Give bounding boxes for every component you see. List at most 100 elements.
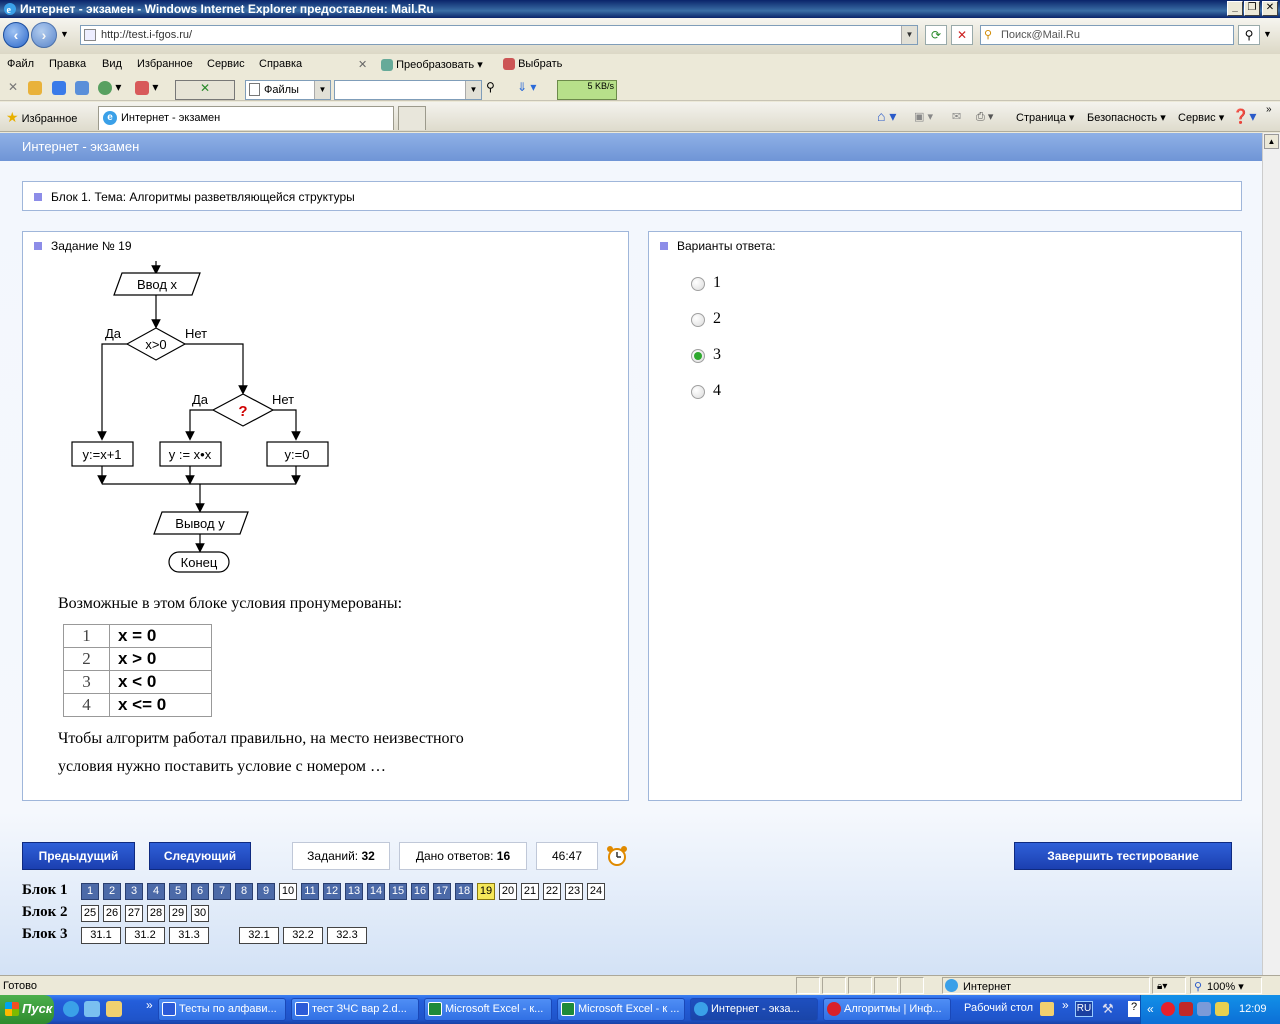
question-link-5[interactable]: 5	[169, 883, 187, 900]
desktop-folder-icon[interactable]	[1040, 1002, 1054, 1016]
question-link-6[interactable]: 6	[191, 883, 209, 900]
question-link-28[interactable]: 28	[147, 905, 165, 922]
language-indicator[interactable]: RU	[1075, 1001, 1093, 1017]
question-link-21[interactable]: 21	[521, 883, 539, 900]
restore-button[interactable]: ❐	[1244, 1, 1260, 16]
toolbar-icon-4[interactable]: ▾	[98, 80, 121, 98]
tab-exam[interactable]: e Интернет - экзамен	[98, 106, 394, 130]
toolbar-icon-5[interactable]: ▾	[135, 80, 158, 98]
chevron-more-icon[interactable]: »	[1266, 104, 1272, 115]
question-link-32-3[interactable]: 32.3	[327, 927, 367, 944]
question-link-11[interactable]: 11	[301, 883, 319, 900]
prev-button[interactable]: Предыдущий	[22, 842, 135, 870]
address-input[interactable]: http://test.i-fgos.ru/ ▼	[80, 25, 918, 45]
minimize-button[interactable]: _	[1227, 1, 1243, 16]
question-link-8[interactable]: 8	[235, 883, 253, 900]
search-options-icon[interactable]: ▼	[1263, 29, 1272, 39]
question-link-14[interactable]: 14	[367, 883, 385, 900]
question-link-15[interactable]: 15	[389, 883, 407, 900]
search-input[interactable]: ⚲ Поиск@Mail.Ru	[980, 25, 1234, 45]
antivirus-icon[interactable]	[1179, 1002, 1193, 1016]
question-link-22[interactable]: 22	[543, 883, 561, 900]
clock[interactable]: 12:09	[1239, 995, 1267, 1024]
select-button[interactable]: Выбрать	[503, 58, 562, 71]
toolbar-icon-3[interactable]	[75, 80, 89, 98]
question-link-16[interactable]: 16	[411, 883, 429, 900]
question-link-31-2[interactable]: 31.2	[125, 927, 165, 944]
finish-test-button[interactable]: Завершить тестирование	[1014, 842, 1232, 870]
home-icon[interactable]: ⌂ ▾	[877, 108, 896, 125]
question-link-26[interactable]: 26	[103, 905, 121, 922]
close-toolbar-icon[interactable]: ✕	[358, 58, 367, 71]
question-link-32-2[interactable]: 32.2	[283, 927, 323, 944]
toolbar-icon-1[interactable]	[28, 80, 42, 98]
question-link-30[interactable]: 30	[191, 905, 209, 922]
question-link-31-3[interactable]: 31.3	[169, 927, 209, 944]
quicklaunch-ie-icon[interactable]	[63, 1001, 79, 1017]
tray-tool-icon[interactable]: ⚒	[1102, 1001, 1114, 1017]
stop-button[interactable]: ✕	[951, 25, 973, 45]
question-link-13[interactable]: 13	[345, 883, 363, 900]
files-dropdown-icon[interactable]: ▼	[314, 81, 330, 99]
question-link-29[interactable]: 29	[169, 905, 187, 922]
question-link-17[interactable]: 17	[433, 883, 451, 900]
question-link-4[interactable]: 4	[147, 883, 165, 900]
task-opera[interactable]: Алгоритмы | Инф...	[823, 998, 951, 1021]
menu-favorites[interactable]: Избранное	[137, 58, 193, 70]
favorites-button[interactable]: ★ Избранное	[6, 109, 77, 126]
network-icon[interactable]	[1197, 1002, 1211, 1016]
question-link-18[interactable]: 18	[455, 883, 473, 900]
question-link-2[interactable]: 2	[103, 883, 121, 900]
page-scroll-up-icon[interactable]: ▲	[1264, 134, 1279, 149]
menu-tools[interactable]: Сервис	[207, 58, 245, 70]
question-link-7[interactable]: 7	[213, 883, 231, 900]
files-select[interactable]: Файлы ▼	[245, 80, 331, 100]
feeds-icon[interactable]: ▣ ▾	[914, 110, 933, 123]
status-zone[interactable]: Интернет	[942, 977, 1150, 994]
quicklaunch-icon-2[interactable]	[84, 1001, 100, 1017]
question-link-12[interactable]: 12	[323, 883, 341, 900]
menu-edit[interactable]: Правка	[49, 58, 86, 70]
protected-mode-button[interactable]: 🔒︎▾	[1152, 977, 1186, 994]
task-ie-exam[interactable]: Интернет - экза...	[690, 998, 818, 1021]
new-tab-button[interactable]	[398, 106, 426, 130]
toolbar-search-icon[interactable]: ⚲	[486, 80, 495, 98]
forward-button[interactable]: ›	[31, 22, 57, 48]
answer-radio[interactable]	[691, 385, 705, 399]
answer-radio[interactable]	[691, 349, 705, 363]
quicklaunch-folder-icon[interactable]	[106, 1001, 122, 1017]
desktop-toolbar[interactable]: Рабочий стол	[964, 1002, 1033, 1014]
close-bar-icon[interactable]: ✕	[8, 80, 18, 98]
question-link-27[interactable]: 27	[125, 905, 143, 922]
history-dropdown-icon[interactable]: ▼	[60, 29, 69, 39]
download-icon[interactable]: ⇓ ▾	[517, 80, 536, 98]
service-menu[interactable]: Сервис ▾	[1178, 111, 1224, 124]
task-excel-1[interactable]: Microsoft Excel - к...	[424, 998, 552, 1021]
question-link-25[interactable]: 25	[81, 905, 99, 922]
page-menu[interactable]: Страница ▾	[1016, 111, 1074, 124]
question-link-19[interactable]: 19	[477, 883, 495, 900]
start-button[interactable]: Пуск	[0, 995, 54, 1024]
menu-help[interactable]: Справка	[259, 58, 302, 70]
toolbar-toggle-button[interactable]: ✕	[175, 80, 235, 100]
zoom-button[interactable]: ⚲ 100% ▾	[1190, 977, 1262, 994]
back-button[interactable]: ‹	[3, 22, 29, 48]
question-link-32-1[interactable]: 32.1	[239, 927, 279, 944]
question-link-10[interactable]: 10	[279, 883, 297, 900]
help-tray-icon[interactable]: ?	[1128, 1001, 1140, 1017]
task-word-2[interactable]: тест ЗЧС вар 2.d...	[291, 998, 419, 1021]
question-link-31-1[interactable]: 31.1	[81, 927, 121, 944]
tray-expand-icon[interactable]: «	[1147, 995, 1154, 1024]
question-link-24[interactable]: 24	[587, 883, 605, 900]
convert-button[interactable]: Преобразовать ▾	[381, 58, 483, 72]
tray-icon-4[interactable]	[1215, 1002, 1229, 1016]
print-icon[interactable]: ⎙ ▾	[976, 110, 993, 124]
question-link-20[interactable]: 20	[499, 883, 517, 900]
menu-view[interactable]: Вид	[102, 58, 122, 70]
answer-radio[interactable]	[691, 277, 705, 291]
help-icon[interactable]: ❓▾	[1232, 108, 1256, 125]
question-link-23[interactable]: 23	[565, 883, 583, 900]
task-word-1[interactable]: Тесты по алфави...	[158, 998, 286, 1021]
toolbar-search-field[interactable]: ▼	[334, 80, 482, 100]
toolbar-icon-2[interactable]	[52, 80, 66, 98]
